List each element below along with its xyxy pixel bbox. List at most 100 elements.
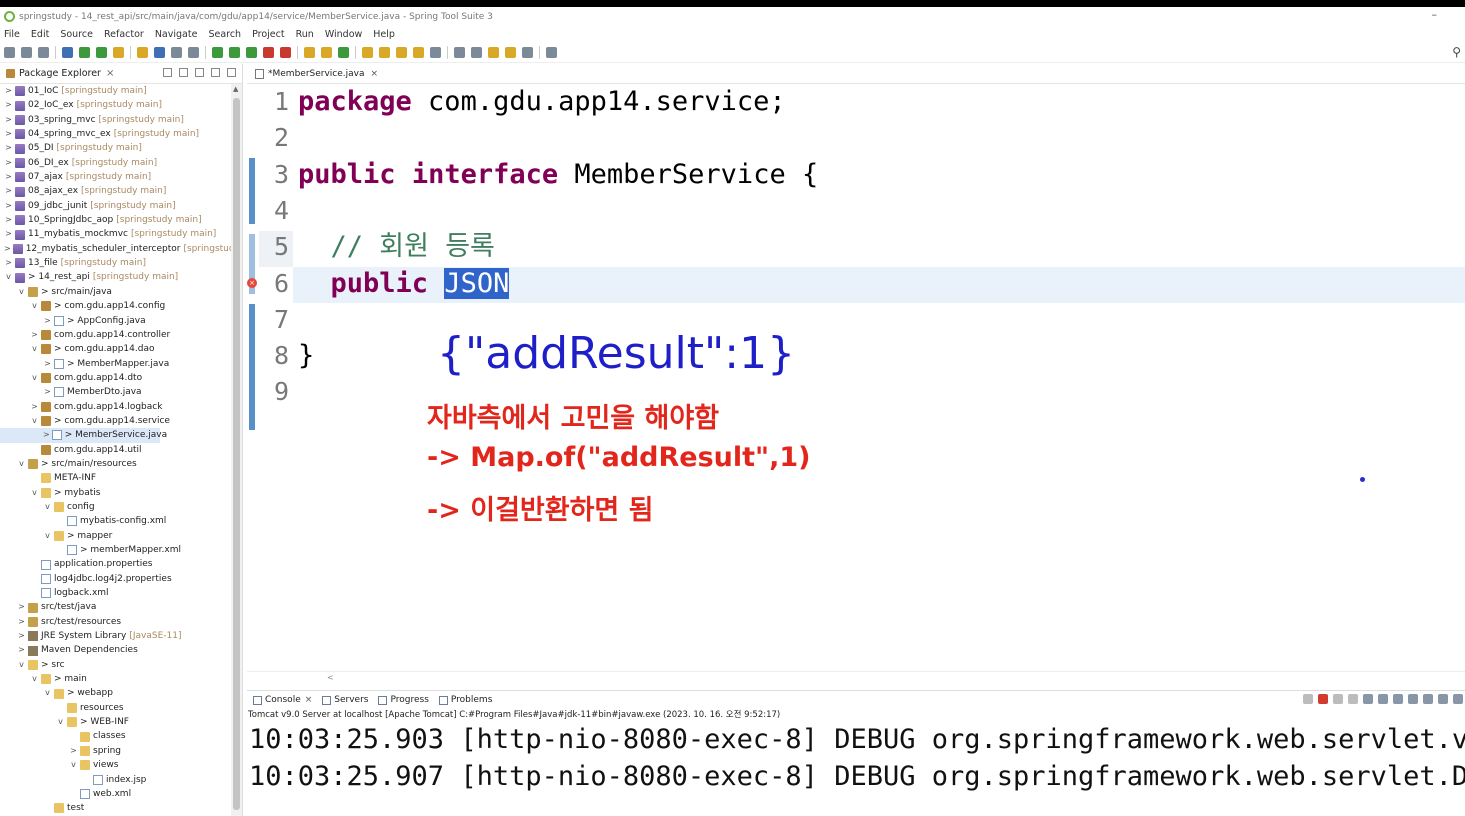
coverage-icon[interactable] xyxy=(246,47,257,58)
open-folder-icon[interactable] xyxy=(413,47,424,58)
chevron-right-icon[interactable]: > xyxy=(4,227,13,241)
editor-tab[interactable]: *MemberService.java × xyxy=(247,64,1465,84)
tree-item[interactable]: mybatis-config.xml xyxy=(0,514,230,528)
tree-item[interactable]: test xyxy=(0,801,230,815)
tree-item[interactable]: >03_spring_mvc [springstudy main] xyxy=(0,113,230,127)
chevron-right-icon[interactable]: > xyxy=(43,357,52,371)
pen-icon[interactable] xyxy=(396,47,407,58)
spring-icon[interactable] xyxy=(113,47,124,58)
chevron-right-icon[interactable]: > xyxy=(30,328,39,342)
chevron-right-icon[interactable]: > xyxy=(4,127,13,141)
chevron-right-icon[interactable]: > xyxy=(43,314,52,328)
chevron-down-icon[interactable]: v xyxy=(4,270,13,284)
menu-navigate[interactable]: Navigate xyxy=(155,29,198,40)
tree-item[interactable]: META-INF xyxy=(0,471,230,485)
tree-item[interactable]: >08_ajax_ex [springstudy main] xyxy=(0,184,230,198)
tree-item[interactable]: > MemberDto.java xyxy=(0,385,230,399)
chevron-right-icon[interactable]: > xyxy=(4,170,13,184)
pin-console-icon[interactable] xyxy=(1408,694,1418,704)
chevron-right-icon[interactable]: > xyxy=(4,256,13,270)
chevron-down-icon[interactable]: v xyxy=(30,342,39,356)
debug-run-icon[interactable] xyxy=(212,47,223,58)
chevron-down-icon[interactable]: v xyxy=(17,285,26,299)
globe-icon[interactable] xyxy=(430,47,441,58)
chevron-down-icon[interactable]: v xyxy=(69,758,78,772)
chevron-down-icon[interactable]: v xyxy=(30,371,39,385)
tree-item[interactable]: v > mapper xyxy=(0,529,230,543)
code-line[interactable]: package com.gdu.app14.service; xyxy=(298,84,786,120)
tree-item[interactable]: >06_DI_ex [springstudy main] xyxy=(0,156,230,170)
editor-horizontal-scrollbar[interactable]: < xyxy=(247,671,1465,684)
chevron-right-icon[interactable]: > xyxy=(4,242,11,256)
tree-item[interactable]: v > com.gdu.app14.dao xyxy=(0,342,230,356)
minimize-button[interactable]: – xyxy=(1432,8,1438,21)
toggle-mark-icon[interactable] xyxy=(154,47,165,58)
tree-item[interactable]: v > src xyxy=(0,658,230,672)
chevron-right-icon[interactable]: > xyxy=(17,643,26,657)
tree-item[interactable]: v > 14_rest_api [springstudy main] xyxy=(0,270,230,284)
code-line[interactable]: public JSON xyxy=(298,266,510,302)
menu-source[interactable]: Source xyxy=(60,29,93,40)
next-annotation-icon[interactable] xyxy=(454,47,465,58)
chevron-right-icon[interactable]: > xyxy=(4,213,13,227)
tree-item[interactable]: > com.gdu.app14.controller xyxy=(0,328,230,342)
tree-item[interactable]: v > com.gdu.app14.service xyxy=(0,414,230,428)
tree-item[interactable]: > memberMapper.xml xyxy=(0,543,230,557)
save-all-icon[interactable] xyxy=(38,47,49,58)
tree-item[interactable]: v config xyxy=(0,500,230,514)
close-icon[interactable]: × xyxy=(371,69,379,79)
open-console-icon[interactable] xyxy=(1438,694,1448,704)
run-icon[interactable] xyxy=(96,47,107,58)
menu-edit[interactable]: Edit xyxy=(31,29,49,40)
menu-run[interactable]: Run xyxy=(296,29,314,40)
tree-item[interactable]: >11_mybatis_mockmvc [springstudy main] xyxy=(0,227,230,241)
chevron-down-icon[interactable]: v xyxy=(56,715,65,729)
tab-console[interactable]: Console × xyxy=(253,695,312,705)
chevron-down-icon[interactable]: v xyxy=(30,486,39,500)
tree-item[interactable]: v > src/main/java xyxy=(0,285,230,299)
terminate-icon[interactable] xyxy=(1318,694,1328,704)
chevron-right-icon[interactable]: > xyxy=(30,400,39,414)
open-type-icon[interactable] xyxy=(137,47,148,58)
tab-problems[interactable]: Problems xyxy=(438,695,492,705)
scroll-lock-icon[interactable] xyxy=(1363,694,1373,704)
tree-item[interactable]: com.gdu.app14.util xyxy=(0,443,230,457)
save-icon[interactable] xyxy=(21,47,32,58)
tab-servers[interactable]: Servers xyxy=(322,695,368,705)
chevron-right-icon[interactable]: > xyxy=(17,629,26,643)
scroll-up-icon[interactable]: ▲ xyxy=(233,85,238,93)
chevron-down-icon[interactable]: v xyxy=(30,672,39,686)
package-explorer-tab[interactable]: Package Explorer × xyxy=(0,64,242,84)
search-icon[interactable]: ⚲ xyxy=(1452,45,1461,59)
chevron-right-icon[interactable]: > xyxy=(17,615,26,629)
chevron-down-icon[interactable]: v xyxy=(43,686,52,700)
tree-item[interactable]: v > com.gdu.app14.config xyxy=(0,299,230,313)
previous-annotation-icon[interactable] xyxy=(471,47,482,58)
tree-item[interactable]: > src/test/resources xyxy=(0,615,230,629)
tree-item[interactable]: v com.gdu.app14.dto xyxy=(0,371,230,385)
chevron-right-icon[interactable]: > xyxy=(43,428,50,442)
explorer-scrollbar[interactable]: ▲ xyxy=(231,84,242,816)
tree-item[interactable]: >07_ajax [springstudy main] xyxy=(0,170,230,184)
chevron-down-icon[interactable]: v xyxy=(30,414,39,428)
new-server-icon[interactable] xyxy=(304,47,315,58)
new-package-icon[interactable] xyxy=(321,47,332,58)
view-menu-icon[interactable] xyxy=(195,68,204,77)
new-icon[interactable] xyxy=(4,47,15,58)
block-selection-icon[interactable] xyxy=(171,47,182,58)
chevron-right-icon[interactable]: > xyxy=(4,199,13,213)
chevron-down-icon[interactable]: v xyxy=(30,299,39,313)
tree-item[interactable]: > Maven Dependencies xyxy=(0,643,230,657)
run-as-icon[interactable] xyxy=(229,47,240,58)
tree-item[interactable]: > > AppConfig.java xyxy=(0,314,230,328)
tree-item[interactable]: > > MemberService.java xyxy=(0,428,167,443)
show-on-output-icon[interactable] xyxy=(1393,694,1403,704)
close-icon[interactable]: × xyxy=(305,695,313,705)
clear-console-icon[interactable] xyxy=(1348,694,1358,704)
tree-item[interactable]: v > src/main/resources xyxy=(0,457,230,471)
tree-item[interactable]: > JRE System Library [JavaSE-11] xyxy=(0,629,230,643)
code-line[interactable]: // 회원 등록 xyxy=(298,229,495,265)
back-icon[interactable] xyxy=(505,47,516,58)
chevron-right-icon[interactable]: > xyxy=(69,744,78,758)
tree-item[interactable]: logback.xml xyxy=(0,586,230,600)
